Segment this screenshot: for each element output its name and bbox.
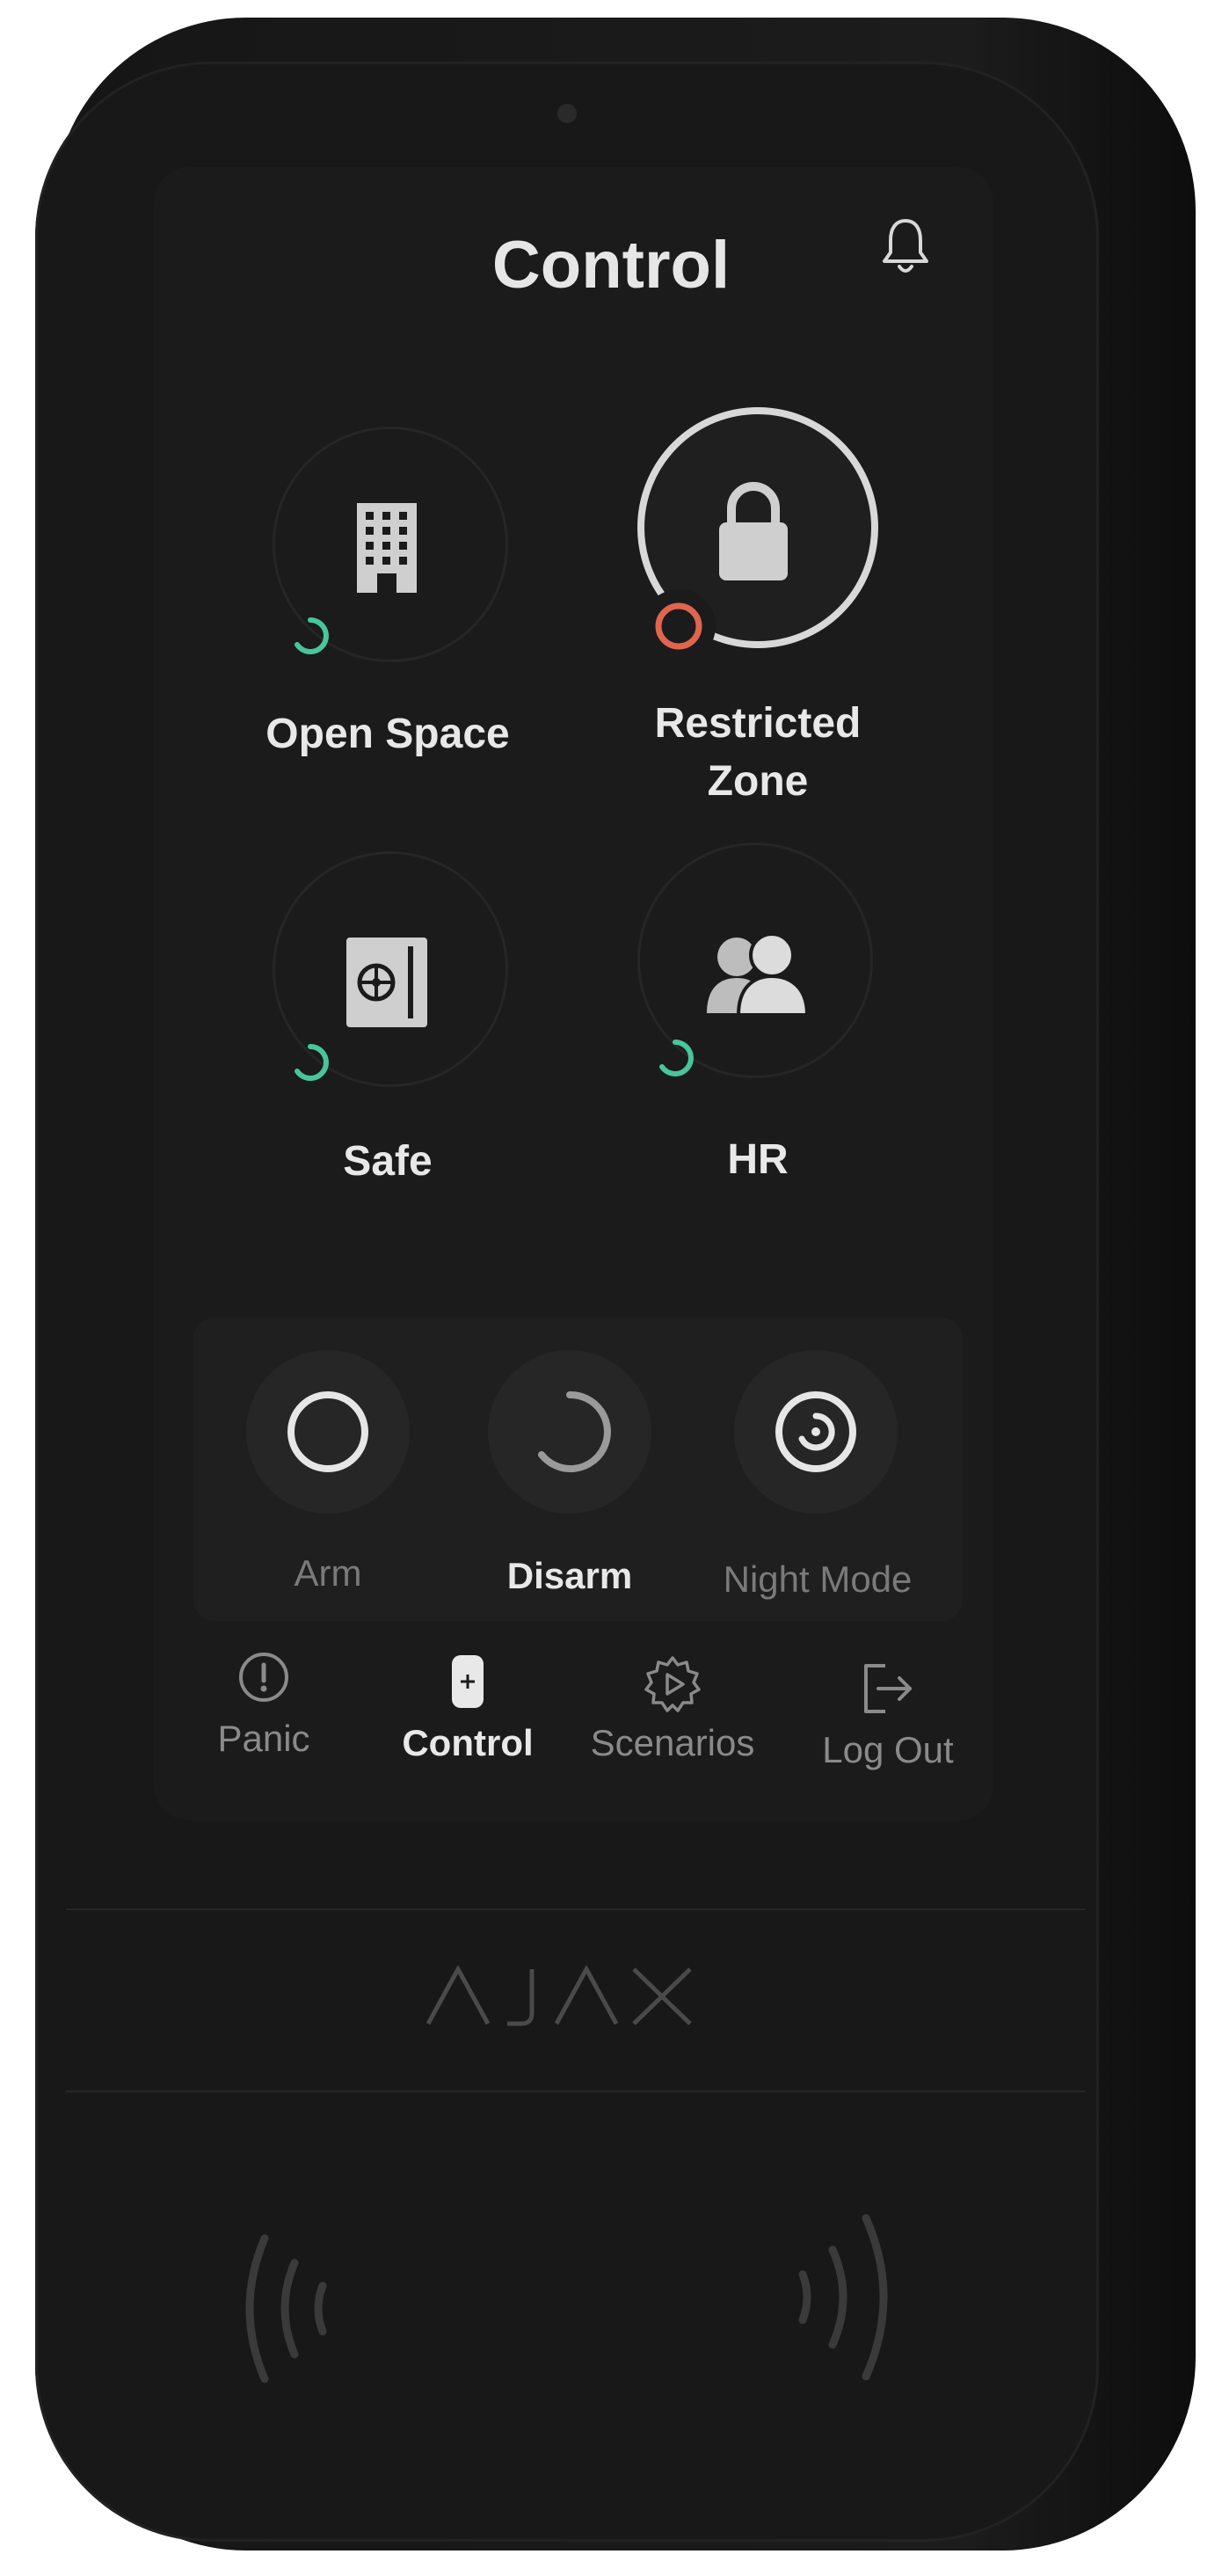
keypad-icon: [452, 1655, 484, 1708]
arm-label: Arm: [294, 1552, 362, 1594]
disarm-icon: [538, 1390, 611, 1472]
disarm-label: Disarm: [506, 1555, 633, 1596]
nfc-right-icon: [798, 2214, 888, 2381]
night-mode-icon: [775, 1391, 856, 1472]
nav-label: Scenarios: [590, 1722, 755, 1763]
bell-icon[interactable]: [879, 215, 932, 279]
nav-logout[interactable]: Log Out: [791, 1660, 985, 1771]
nav-panic[interactable]: Panic: [167, 1649, 360, 1760]
ajax-logo: [426, 1966, 692, 2026]
nfc-left-icon: [245, 2234, 327, 2383]
zone-label: Open Space: [265, 711, 510, 757]
disarmed-status-icon: [295, 1044, 329, 1081]
safe-icon: [346, 938, 427, 1027]
nav-label: Log Out: [822, 1729, 954, 1770]
zone-label: Restricted Zone: [654, 700, 862, 805]
nav-scenarios[interactable]: Scenarios: [576, 1653, 769, 1764]
zone-label: Safe: [343, 1138, 433, 1185]
page-title: Control: [491, 228, 731, 303]
nav-label: Panic: [217, 1718, 310, 1759]
disarmed-status-icon: [295, 617, 329, 654]
scenario-gear-icon: [644, 1656, 701, 1712]
zone-label: HR: [727, 1136, 789, 1183]
building-icon: [357, 503, 417, 593]
armed-status-icon: [655, 602, 702, 650]
lock-icon: [719, 482, 788, 580]
arm-icon: [287, 1391, 368, 1472]
disarmed-status-icon: [659, 1040, 694, 1076]
alert-icon: [239, 1653, 288, 1702]
night-mode-label: Night Mode: [723, 1558, 913, 1600]
users-icon: [707, 932, 810, 1017]
logout-icon: [864, 1664, 912, 1713]
nav-label: Control: [402, 1722, 534, 1763]
front-sensor: [557, 104, 577, 123]
nav-control[interactable]: Control: [371, 1653, 564, 1764]
